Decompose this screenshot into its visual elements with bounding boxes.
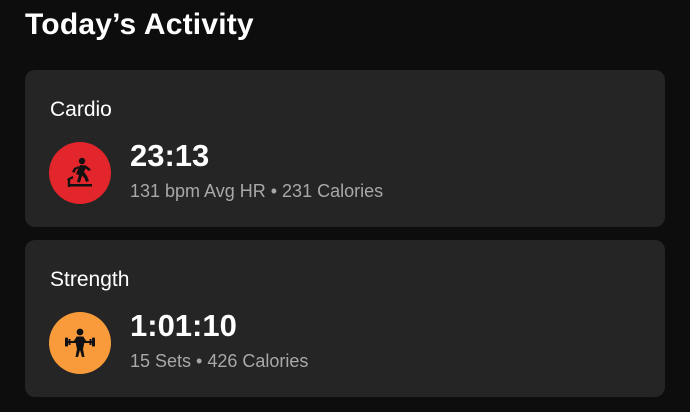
activity-screen: Today’s Activity Cardio 23:13 131 bpm Av… [0,0,690,412]
activity-card-strength[interactable]: Strength 1:01:10 15 Sets • 426 Calories [25,240,665,397]
page-title: Today’s Activity [25,8,254,41]
activity-card-cardio[interactable]: Cardio 23:13 131 bpm Avg HR • 231 Calori… [25,70,665,227]
activity-title: Strength [50,268,130,291]
activity-duration: 23:13 [130,138,210,173]
activity-title: Cardio [50,98,112,121]
activity-duration: 1:01:10 [130,308,237,343]
strength-icon-badge [49,312,111,374]
activity-details: 131 bpm Avg HR • 231 Calories [130,181,384,201]
cardio-icon-badge [49,142,111,204]
treadmill-runner-icon [66,157,92,187]
weightlifter-icon [65,328,95,357]
activity-details: 15 Sets • 426 Calories [130,351,309,371]
